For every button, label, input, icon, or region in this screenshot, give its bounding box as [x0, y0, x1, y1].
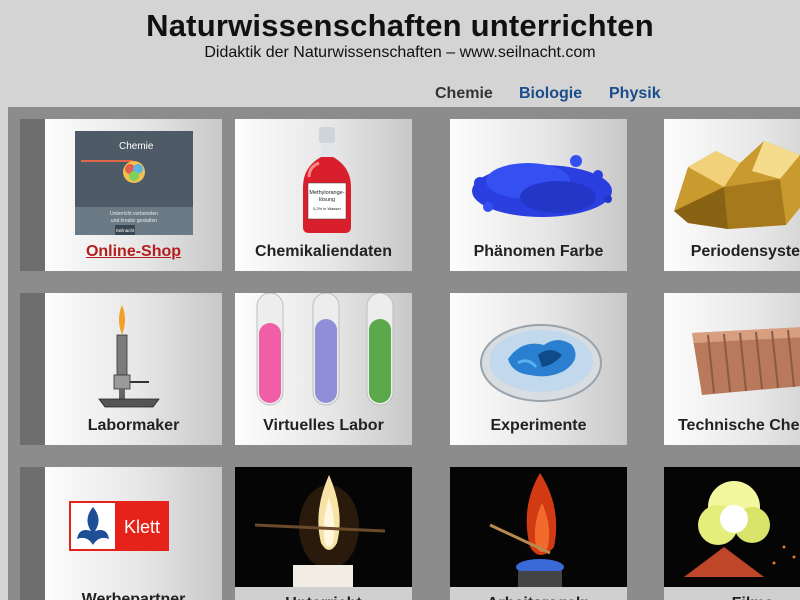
tile-unterricht[interactable]: Unterricht	[235, 467, 412, 600]
tile-label-werbepartner: Werbepartner	[81, 591, 186, 600]
tile-virtuelles-labor[interactable]: Virtuelles Labor	[235, 293, 412, 445]
book-title: Chemie	[119, 141, 154, 152]
tile-strip	[20, 467, 45, 600]
tile-label-periodensystem: Periodensystem	[690, 243, 800, 260]
reagent-bottle-image: Methylorange- lösung 0,2% in Wasser	[297, 127, 357, 235]
tile-phaenomen-farbe[interactable]: Phänomen Farbe	[450, 119, 627, 271]
candle-image	[235, 467, 412, 587]
site-subtitle: Didaktik der Naturwissenschaften – www.s…	[204, 44, 596, 61]
tile-strip	[20, 119, 45, 271]
petri-dish-image	[478, 315, 604, 405]
tile-label-chemikaliendaten: Chemikaliendaten	[255, 243, 392, 260]
nav-chemie[interactable]: Chemie	[435, 85, 493, 103]
pigment-powder-image	[458, 147, 620, 225]
tile-label-unterricht: Unterricht	[235, 587, 412, 600]
tile-label-technische-chemie: Technische Chemie	[677, 417, 800, 434]
test-tubes-image	[253, 293, 401, 411]
tile-grid: Chemie Unterricht vorbereiten und kreati…	[8, 107, 800, 600]
bottle-label-line1: Methylorange-	[309, 190, 344, 196]
bunsen-burner-image	[97, 305, 163, 411]
book-tagline-2: und kreativ gestalten	[111, 218, 157, 224]
nav-biologie[interactable]: Biologie	[519, 85, 582, 103]
tile-label-virtuelles-labor: Virtuelles Labor	[263, 417, 384, 434]
tile-label-phaenomen-farbe: Phänomen Farbe	[473, 243, 604, 260]
gold-nugget-image	[668, 133, 800, 233]
tile-technische-chemie[interactable]: Technische Chemie	[664, 293, 800, 445]
bunsen-flame-image	[450, 467, 627, 587]
tile-chemikaliendaten[interactable]: Methylorange- lösung 0,2% in Wasser Chem…	[235, 119, 412, 271]
bottle-label-line3: 0,2% in Wasser	[313, 206, 342, 211]
tile-arbeitsregeln[interactable]: Arbeitsregeln	[450, 467, 627, 600]
tile-periodensystem[interactable]: Periodensystem	[664, 119, 800, 271]
book-tagline-1: Unterricht vorbereiten	[110, 211, 158, 217]
book-publisher: Seilnacht	[116, 228, 135, 233]
tile-strip	[20, 293, 45, 445]
bottle-label-line2: lösung	[319, 197, 335, 203]
tile-experimente[interactable]: Experimente	[450, 293, 627, 445]
tile-filme[interactable]: Filme	[664, 467, 800, 600]
klett-logo: Klett	[69, 501, 169, 551]
nav-physik[interactable]: Physik	[609, 85, 661, 103]
tile-online-shop[interactable]: Chemie Unterricht vorbereiten und kreati…	[45, 119, 222, 271]
tile-label-experimente: Experimente	[490, 417, 587, 434]
tile-label-filme: Filme	[664, 587, 800, 600]
tile-labormaker[interactable]: Labormaker	[45, 293, 222, 445]
tile-label-labormaker: Labormaker	[87, 417, 180, 434]
book-cover-image: Chemie Unterricht vorbereiten und kreati…	[75, 131, 193, 235]
klett-logo-text: Klett	[124, 517, 160, 537]
tile-label-online-shop[interactable]: Online-Shop	[45, 243, 222, 261]
site-title: Naturwissenschaften unterrichten	[146, 8, 654, 43]
explosion-image	[664, 467, 800, 587]
copper-sheets-image	[688, 323, 800, 399]
tile-werbepartner[interactable]: Klett Werbepartner	[45, 467, 222, 600]
tile-label-arbeitsregeln: Arbeitsregeln	[450, 587, 627, 600]
